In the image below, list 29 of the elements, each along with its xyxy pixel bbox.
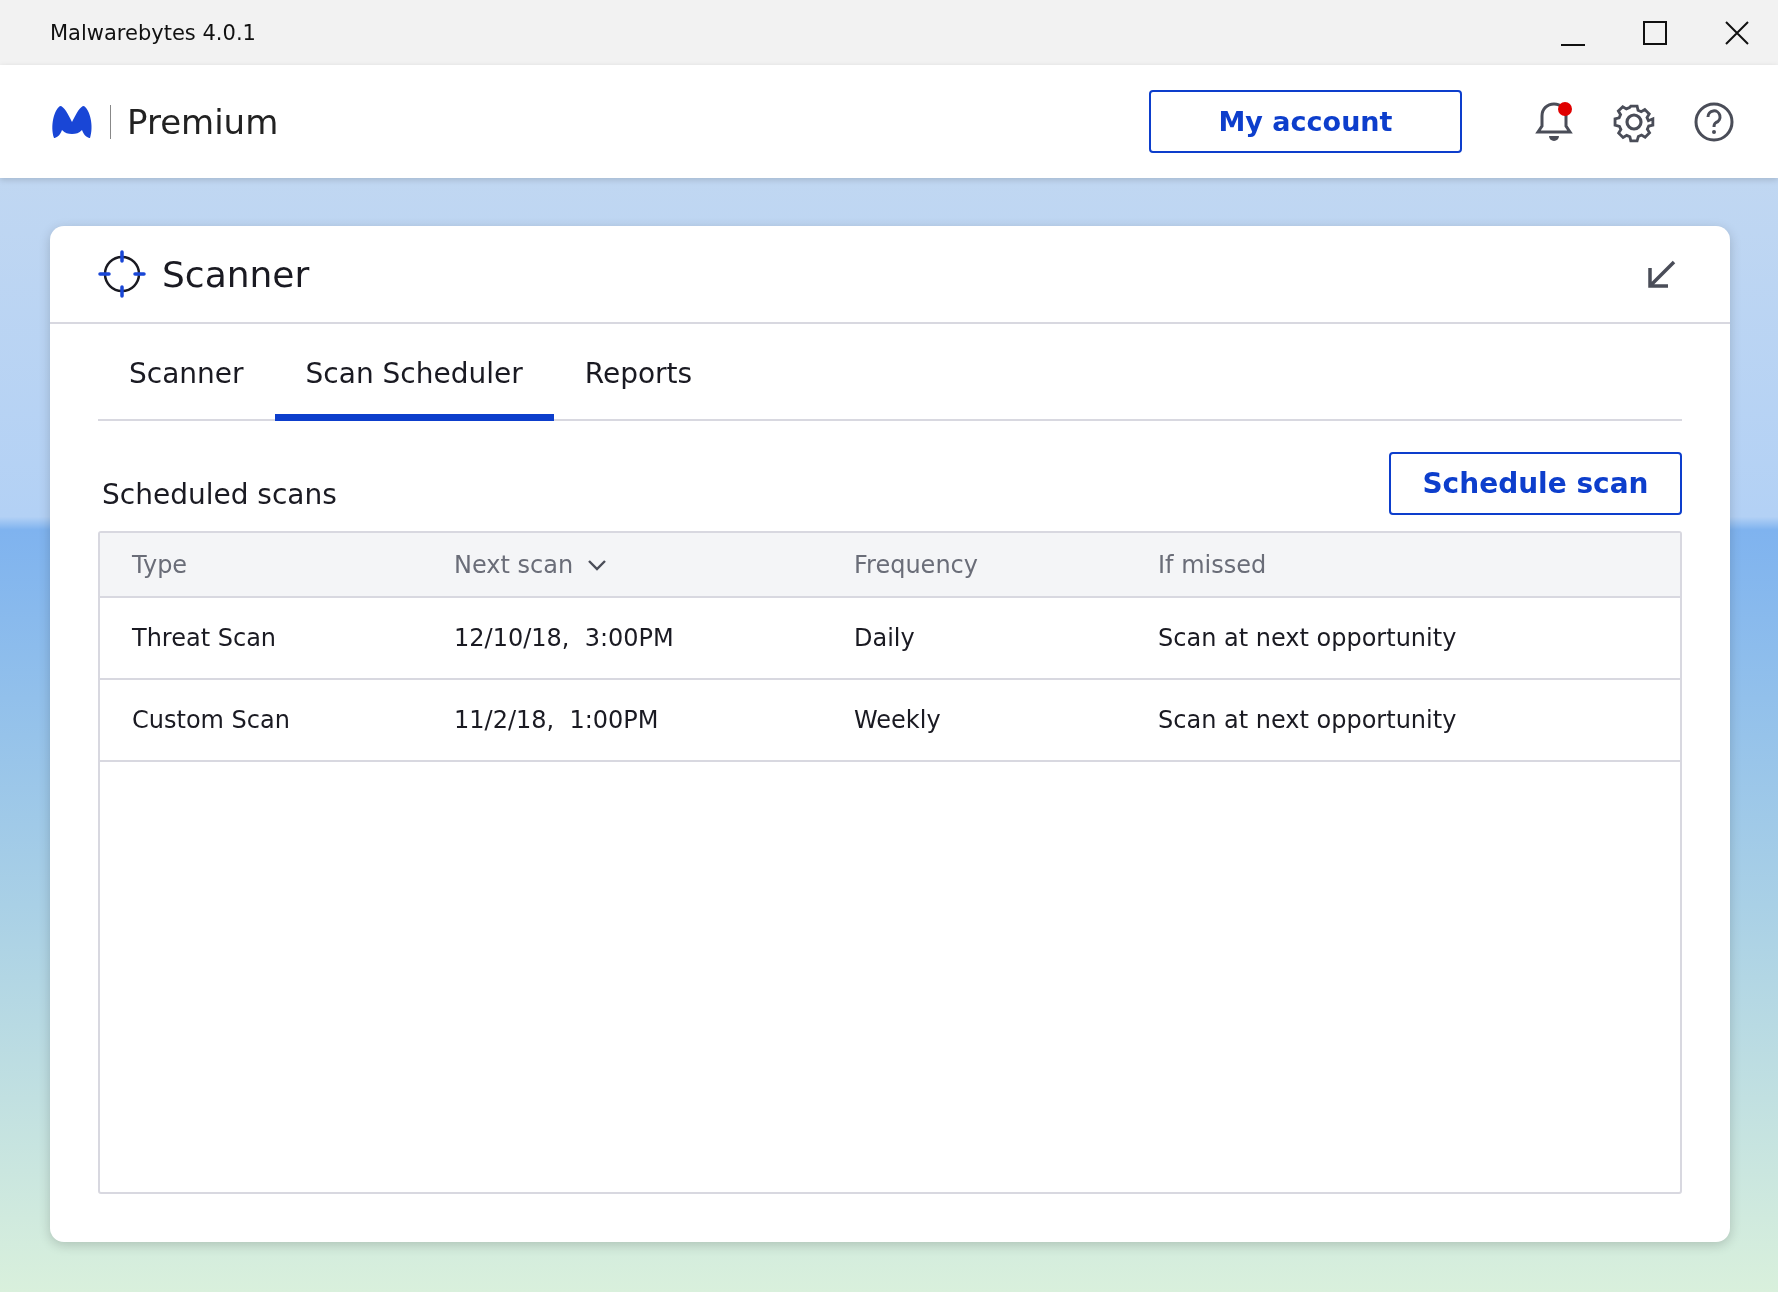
column-header[interactable]: If missed bbox=[1158, 550, 1680, 579]
table-cell-text: Scan at next opportunity bbox=[1158, 624, 1458, 652]
tab[interactable]: Scan Scheduler bbox=[274, 324, 554, 421]
table-cell-text: Threat Scan bbox=[132, 624, 278, 652]
column-header[interactable]: Type bbox=[132, 550, 454, 579]
tab[interactable]: Reports bbox=[553, 324, 724, 421]
table-cell-text: Weekly bbox=[854, 706, 942, 734]
crosshair-icon bbox=[98, 250, 146, 298]
notification-dot bbox=[1558, 101, 1572, 116]
minimize-icon bbox=[1560, 43, 1586, 46]
table-cell-text: 12/10/18, 3:00PM bbox=[454, 624, 675, 652]
section-title: Scheduled scans bbox=[102, 478, 337, 513]
table-cell-text: 11/2/18, 1:00PM bbox=[454, 706, 660, 734]
panel-title: Scanner bbox=[162, 253, 311, 295]
window-title: Malwarebytes 4.0.1 bbox=[50, 20, 257, 45]
table-cell-text: Scan at next opportunity bbox=[1158, 706, 1458, 734]
maximize-icon bbox=[1642, 19, 1668, 46]
my-account-button[interactable]: My account bbox=[1149, 90, 1462, 153]
schedule-scan-button[interactable]: Schedule scan bbox=[1389, 452, 1682, 515]
column-header[interactable]: Next scan bbox=[454, 550, 854, 579]
logo-icon bbox=[50, 103, 94, 140]
column-header[interactable]: Frequency bbox=[854, 550, 1158, 579]
tab[interactable]: Scanner bbox=[98, 324, 275, 421]
product-name: Premium bbox=[127, 101, 280, 142]
table-cell-text: Daily bbox=[854, 624, 916, 652]
arrow-down-left-icon bbox=[1646, 258, 1678, 290]
chevron-down-icon bbox=[587, 558, 608, 571]
table-cell-text: Custom Scan bbox=[132, 706, 291, 734]
close-icon bbox=[1724, 19, 1750, 46]
